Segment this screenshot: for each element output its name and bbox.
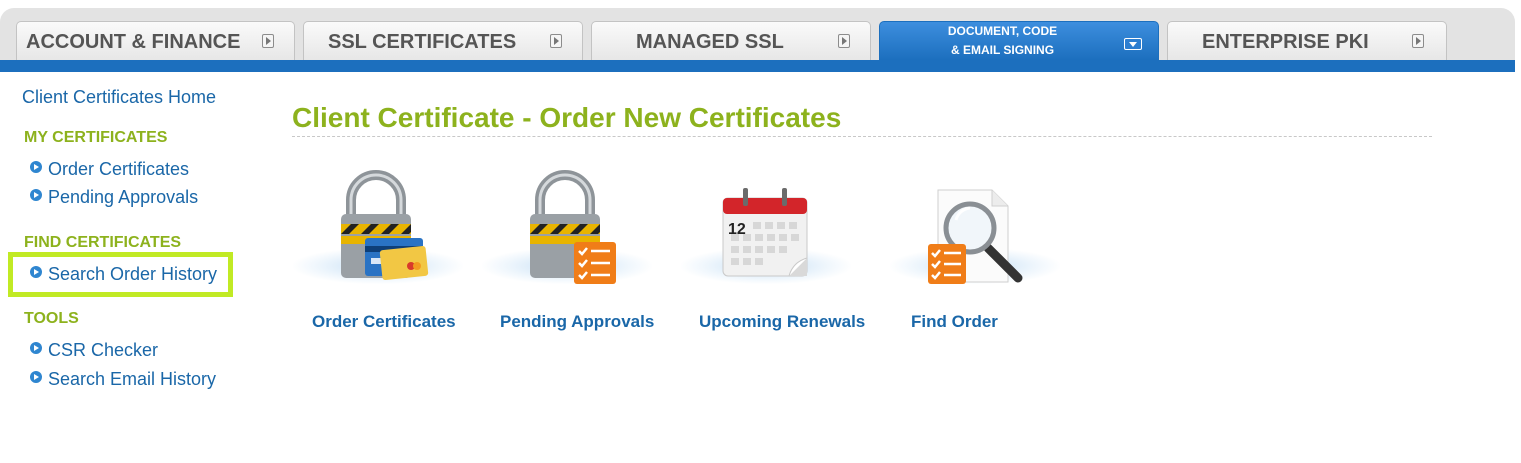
magnifier-document-icon (928, 189, 1023, 284)
tab-account-finance[interactable]: ACCOUNT & FINANCE (16, 21, 295, 60)
tab-managed-ssl[interactable]: MANAGED SSL (591, 21, 871, 60)
page-title: Client Certificate - Order New Certifica… (292, 102, 842, 133)
sidebar-item-label: Search Email History (48, 369, 217, 389)
sidebar-item-search-email-history[interactable]: Search Email History (30, 369, 216, 390)
calendar-icon: 12 (722, 188, 808, 277)
tab-expand-arrow-icon (262, 34, 274, 48)
find-order-link[interactable]: Find Order (911, 312, 998, 332)
sidebar-item-order-certificates[interactable]: Order Certificates (30, 159, 189, 180)
padlock-credit-card-icon (341, 170, 429, 281)
tab-expand-arrow-icon (838, 34, 850, 48)
sidebar-item-pending-approvals[interactable]: Pending Approvals (30, 187, 198, 208)
arrow-bullet-icon (30, 161, 42, 173)
tab-ssl-certificates[interactable]: SSL CERTIFICATES (303, 21, 583, 60)
tab-enterprise-pki[interactable]: ENTERPRISE PKI (1167, 21, 1447, 60)
tab-label: SSL CERTIFICATES (328, 31, 517, 53)
upcoming-renewals-tile-icon[interactable]: 12 (681, 170, 851, 290)
top-nav-underline (0, 60, 1515, 72)
sidebar-heading-find-certificates: FIND CERTIFICATES (24, 234, 182, 251)
sidebar-heading-tools: TOOLS (24, 310, 79, 327)
arrow-bullet-icon (30, 189, 42, 201)
title-divider (292, 136, 1432, 137)
sidebar-item-label: Pending Approvals (48, 187, 199, 207)
order-certificates-tile-icon[interactable] (293, 170, 463, 290)
padlock-checklist-icon (530, 170, 616, 284)
pending-approvals-tile-icon[interactable] (482, 170, 652, 290)
tab-label-line-2: & EMAIL SIGNING (950, 43, 1055, 57)
tab-document-code-email-signing[interactable]: DOCUMENT, CODE & EMAIL SIGNING (879, 21, 1159, 60)
arrow-bullet-icon (30, 371, 42, 383)
arrow-bullet-icon (30, 342, 42, 354)
tab-label-line-1: DOCUMENT, CODE (947, 24, 1058, 38)
arrow-bullet-icon (30, 266, 42, 278)
sidebar-item-label: Search Order History (48, 264, 218, 284)
tab-dropdown-arrow-icon (1124, 38, 1142, 50)
sidebar-item-label: Order Certificates (48, 159, 190, 179)
tab-label: DOCUMENT, CODE & EMAIL SIGNING (920, 22, 1085, 60)
upcoming-renewals-link[interactable]: Upcoming Renewals (699, 312, 865, 332)
pending-approvals-link[interactable]: Pending Approvals (500, 312, 654, 332)
tab-label: MANAGED SSL (636, 31, 784, 53)
calendar-day-number: 12 (728, 221, 746, 238)
sidebar-item-search-order-history[interactable]: Search Order History (30, 264, 217, 285)
tab-label: ENTERPRISE PKI (1202, 31, 1369, 53)
sidebar-item-csr-checker[interactable]: CSR Checker (30, 340, 158, 361)
tab-expand-arrow-icon (1412, 34, 1424, 48)
tab-label: ACCOUNT & FINANCE (26, 31, 241, 53)
find-order-tile-icon[interactable] (890, 170, 1060, 290)
sidebar-heading-my-certificates: MY CERTIFICATES (24, 129, 168, 146)
tab-expand-arrow-icon (550, 34, 562, 48)
sidebar-item-label: CSR Checker (48, 340, 159, 360)
order-certificates-link[interactable]: Order Certificates (312, 312, 456, 332)
sidebar-client-certificates-home-link[interactable]: Client Certificates Home (22, 87, 216, 108)
